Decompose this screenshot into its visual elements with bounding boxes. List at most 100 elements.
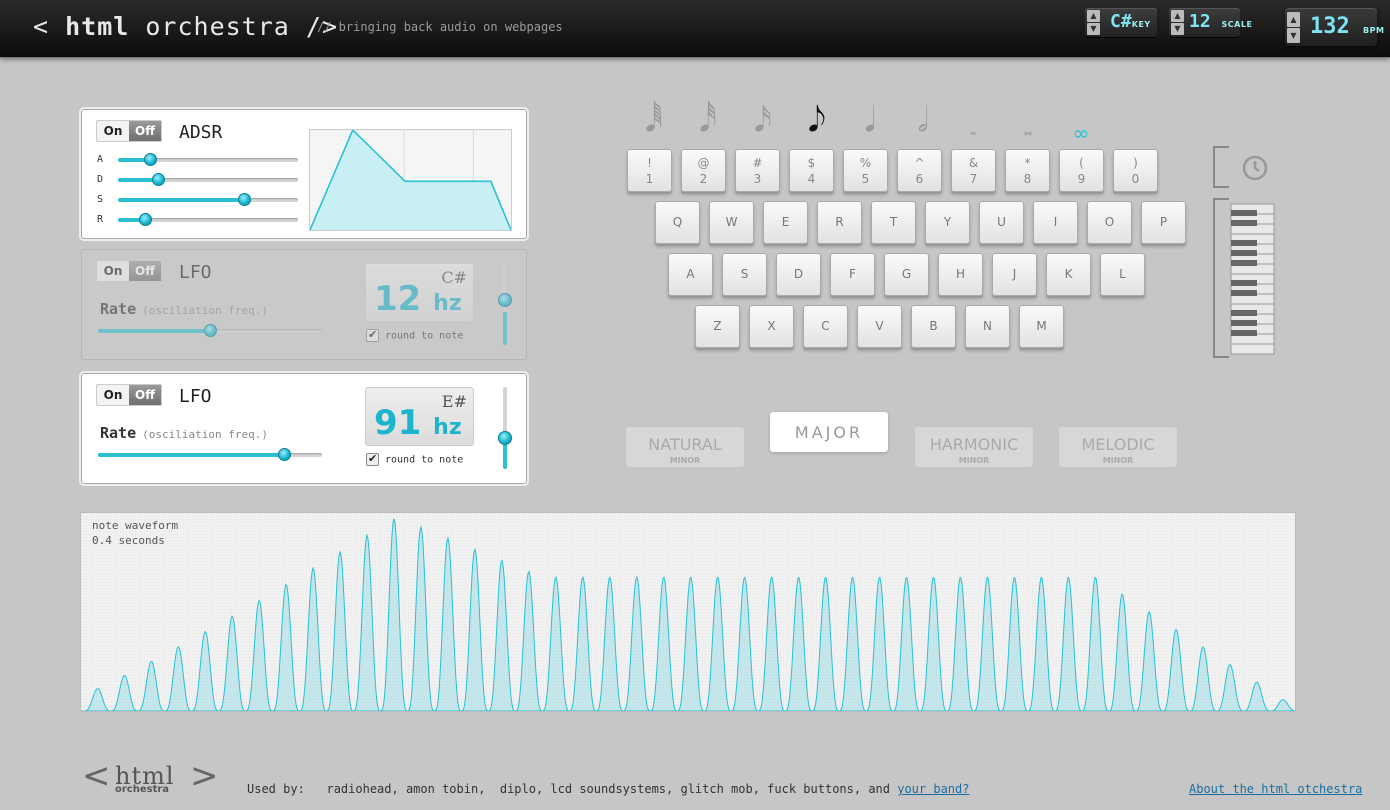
key-0[interactable]: ) 0 bbox=[1113, 149, 1158, 192]
lfo1-depth-slider[interactable] bbox=[498, 263, 512, 345]
key-2[interactable]: @2 bbox=[681, 149, 726, 192]
lfo2-rate-knob[interactable] bbox=[277, 448, 291, 461]
scale-selector[interactable]: ▲ ▼ 12 SCALE bbox=[1169, 8, 1252, 37]
key-9[interactable]: (9 bbox=[1059, 149, 1104, 192]
key-7[interactable]: & 7 bbox=[951, 149, 996, 192]
key-5[interactable]: % 5 bbox=[843, 149, 888, 192]
lfo1-round-to-note-checkbox[interactable]: round to note bbox=[366, 328, 463, 342]
lfo2-on-button[interactable]: On bbox=[97, 385, 129, 405]
key-k[interactable]: K bbox=[1046, 253, 1091, 296]
key-1[interactable]: ! 1 bbox=[627, 149, 672, 192]
key-f[interactable]: F bbox=[830, 253, 875, 296]
half-note-icon[interactable]: 𝅗𝅥 bbox=[908, 98, 938, 142]
sixteenth-note-icon[interactable]: 𝅘𝅥𝅯 bbox=[748, 98, 778, 142]
scale-up-arrow-icon[interactable]: ▲ bbox=[1171, 10, 1184, 22]
key-s[interactable]: S bbox=[722, 253, 767, 296]
key-number: 5 bbox=[861, 172, 870, 186]
slider-knob[interactable] bbox=[151, 173, 165, 186]
scale-harmonic-button[interactable]: HARMONIC MINOR bbox=[915, 427, 1033, 467]
footer-logo[interactable]: < html orchestra > bbox=[82, 756, 219, 798]
key-x[interactable]: X bbox=[749, 305, 794, 348]
bpm-up-arrow-icon[interactable]: ▲ bbox=[1287, 12, 1300, 27]
your-band-link[interactable]: your band? bbox=[897, 782, 969, 796]
lfo2-toggle[interactable]: On Off bbox=[96, 384, 162, 406]
lfo1-on-button[interactable]: On bbox=[97, 261, 129, 281]
key-y[interactable]: Y bbox=[925, 201, 970, 244]
bpm-down-arrow-icon[interactable]: ▼ bbox=[1287, 28, 1300, 43]
adsr-on-button[interactable]: On bbox=[97, 121, 129, 141]
lfo2-depth-knob[interactable] bbox=[498, 430, 512, 445]
infinite-note-icon[interactable]: ∞ bbox=[1066, 120, 1096, 146]
key-w[interactable]: W bbox=[709, 201, 754, 244]
thirty-second-note-icon[interactable]: 𝅘𝅥𝅰 bbox=[693, 98, 723, 142]
scale-melodic-button[interactable]: MELODIC MINOR bbox=[1059, 427, 1177, 467]
key-4[interactable]: $4 bbox=[789, 149, 834, 192]
lfo2-depth-slider[interactable] bbox=[498, 387, 512, 469]
scale-major-button[interactable]: MAJOR bbox=[770, 412, 888, 452]
key-6[interactable]: ^ 6 bbox=[897, 149, 942, 192]
adsr-d-slider[interactable] bbox=[118, 173, 298, 186]
key-q[interactable]: Q bbox=[655, 201, 700, 244]
adsr-r-slider[interactable] bbox=[118, 213, 298, 226]
key-d[interactable]: D bbox=[776, 253, 821, 296]
key-a[interactable]: A bbox=[668, 253, 713, 296]
key-e[interactable]: E bbox=[763, 201, 808, 244]
key-3[interactable]: #3 bbox=[735, 149, 780, 192]
lfo2-off-button[interactable]: Off bbox=[129, 385, 161, 405]
scale-down-arrow-icon[interactable]: ▼ bbox=[1171, 23, 1184, 35]
double-whole-note-icon[interactable]: 𝅜 bbox=[1013, 120, 1043, 140]
key-b[interactable]: B bbox=[911, 305, 956, 348]
lfo1-depth-knob[interactable] bbox=[498, 293, 512, 308]
lfo1-toggle[interactable]: On Off bbox=[96, 260, 162, 282]
lfo1-rate-knob[interactable] bbox=[204, 324, 217, 337]
key-p[interactable]: P bbox=[1141, 201, 1186, 244]
lfo1-title: LFO bbox=[179, 262, 212, 283]
key-selector[interactable]: ▲ ▼ C#KEY bbox=[1085, 8, 1157, 37]
lfo2-rate-label: Rate (osciliation freq.) bbox=[100, 424, 268, 442]
key-u[interactable]: U bbox=[979, 201, 1024, 244]
key-l[interactable]: L bbox=[1100, 253, 1145, 296]
slider-knob[interactable] bbox=[144, 153, 158, 166]
key-v[interactable]: V bbox=[857, 305, 902, 348]
whole-note-icon[interactable]: 𝅝 bbox=[958, 120, 988, 140]
key-i[interactable]: I bbox=[1033, 201, 1078, 244]
key-o[interactable]: O bbox=[1087, 201, 1132, 244]
about-link[interactable]: About the html otchestra bbox=[1189, 782, 1362, 796]
scale-subtitle: MINOR bbox=[958, 456, 990, 465]
adsr-s-slider[interactable] bbox=[118, 193, 298, 206]
bpm-stepper[interactable]: ▲ ▼ bbox=[1287, 12, 1300, 44]
key-up-arrow-icon[interactable]: ▲ bbox=[1087, 10, 1100, 22]
adsr-off-button[interactable]: Off bbox=[129, 121, 161, 141]
key-g[interactable]: G bbox=[884, 253, 929, 296]
adsr-toggle[interactable]: On Off bbox=[96, 120, 162, 142]
lfo2-checkbox-icon[interactable] bbox=[366, 452, 379, 466]
key-stepper[interactable]: ▲ ▼ bbox=[1087, 10, 1100, 35]
sixty-fourth-note-icon[interactable]: 𝅘𝅥𝅱 bbox=[639, 98, 669, 142]
lfo1-checkbox-icon[interactable] bbox=[366, 328, 379, 342]
quarter-note-icon[interactable]: 𝅘𝅥 bbox=[855, 98, 885, 142]
key-r[interactable]: R bbox=[817, 201, 862, 244]
key-c[interactable]: C bbox=[803, 305, 848, 348]
eighth-note-icon[interactable]: 𝅘𝅥𝅮 bbox=[802, 98, 832, 142]
key-number: 9 bbox=[1077, 172, 1086, 186]
key-m[interactable]: M bbox=[1019, 305, 1064, 348]
key-h[interactable]: H bbox=[938, 253, 983, 296]
lfo1-rate-slider[interactable] bbox=[98, 324, 322, 337]
scale-stepper[interactable]: ▲ ▼ bbox=[1171, 10, 1184, 35]
key-8[interactable]: * 8 bbox=[1005, 149, 1050, 192]
adsr-a-slider[interactable] bbox=[118, 153, 298, 166]
waveform-caption: note waveform bbox=[92, 519, 179, 532]
clock-icon[interactable] bbox=[1241, 154, 1269, 182]
scale-natural-button[interactable]: NATURAL MINOR bbox=[626, 427, 744, 467]
key-t[interactable]: T bbox=[871, 201, 916, 244]
key-j[interactable]: J bbox=[992, 253, 1037, 296]
bpm-selector[interactable]: ▲ ▼ 132 BPM bbox=[1285, 8, 1384, 46]
lfo2-round-to-note-checkbox[interactable]: round to note bbox=[366, 452, 463, 466]
key-n[interactable]: N bbox=[965, 305, 1010, 348]
key-z[interactable]: Z bbox=[695, 305, 740, 348]
lfo2-rate-slider[interactable] bbox=[98, 448, 322, 461]
slider-knob[interactable] bbox=[238, 193, 251, 206]
lfo1-off-button[interactable]: Off bbox=[129, 261, 161, 281]
slider-knob[interactable] bbox=[139, 213, 152, 226]
key-down-arrow-icon[interactable]: ▼ bbox=[1087, 23, 1100, 35]
